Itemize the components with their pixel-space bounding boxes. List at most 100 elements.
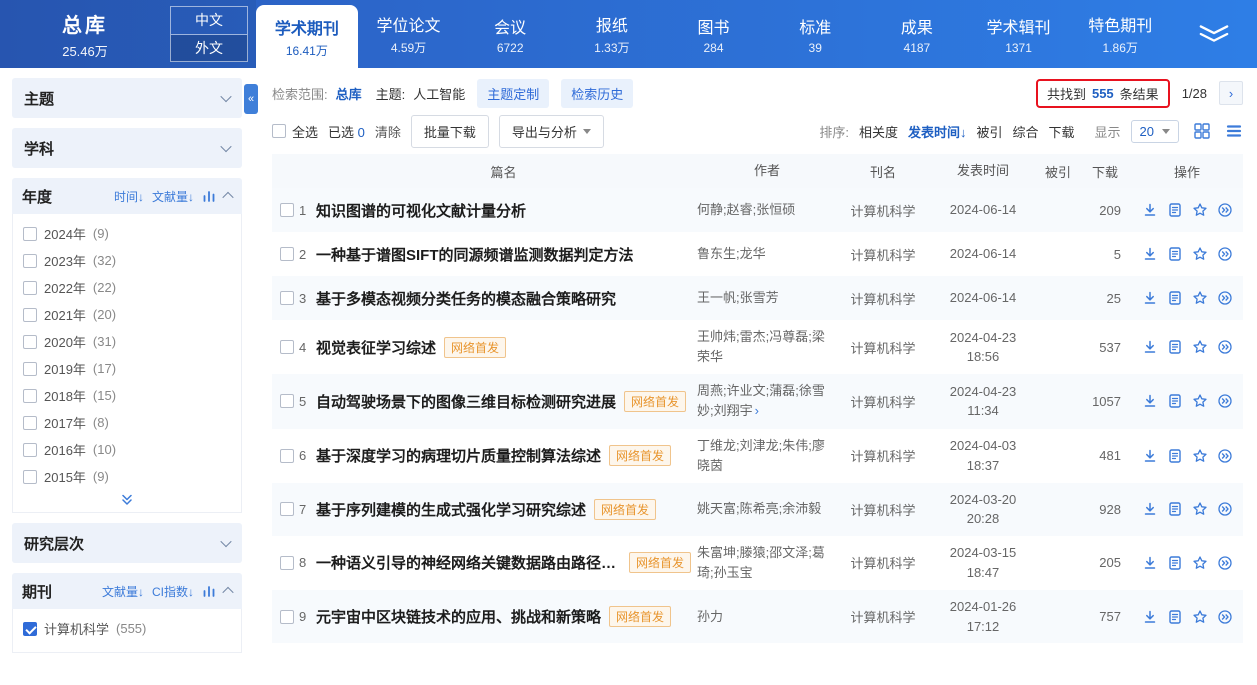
download-icon[interactable] bbox=[1142, 609, 1158, 625]
journal-sort-ci[interactable]: CI指数↓ bbox=[152, 583, 194, 600]
quote-icon[interactable] bbox=[1217, 290, 1233, 306]
year-filter-item[interactable]: 2019年(17) bbox=[23, 355, 231, 382]
batch-download-button[interactable]: 批量下载 bbox=[411, 115, 489, 148]
html-read-icon[interactable] bbox=[1167, 555, 1183, 571]
year-filter-item[interactable]: 2020年(31) bbox=[23, 328, 231, 355]
year-filter-item[interactable]: 2021年(20) bbox=[23, 301, 231, 328]
sidebar-section-subject[interactable]: 学科 bbox=[12, 128, 242, 168]
quote-icon[interactable] bbox=[1217, 246, 1233, 262]
row-checkbox[interactable] bbox=[280, 291, 294, 305]
next-page-button[interactable]: › bbox=[1219, 81, 1243, 105]
checkbox[interactable] bbox=[23, 362, 37, 376]
sidebar-section-topic[interactable]: 主题 bbox=[12, 78, 242, 118]
lang-tab-chinese[interactable]: 中文 bbox=[170, 6, 248, 35]
year-filter-item[interactable]: 2016年(10) bbox=[23, 436, 231, 463]
journal-link[interactable]: 计算机科学 bbox=[837, 500, 929, 519]
download-icon[interactable] bbox=[1142, 448, 1158, 464]
sort-download[interactable]: 下载 bbox=[1049, 122, 1075, 141]
quote-icon[interactable] bbox=[1217, 555, 1233, 571]
article-title-link[interactable]: 视觉表征学习综述 bbox=[316, 337, 436, 358]
quote-icon[interactable] bbox=[1217, 609, 1233, 625]
year-expand-more-button[interactable] bbox=[23, 490, 231, 508]
sort-relevance[interactable]: 相关度 bbox=[859, 122, 898, 141]
article-title-link[interactable]: 基于深度学习的病理切片质量控制算法综述 bbox=[316, 445, 601, 466]
html-read-icon[interactable] bbox=[1167, 609, 1183, 625]
checkbox[interactable] bbox=[23, 335, 37, 349]
article-title-link[interactable]: 基于多模态视频分类任务的模态融合策略研究 bbox=[316, 288, 616, 309]
tab-dissertation[interactable]: 学位论文 4.59万 bbox=[358, 0, 460, 68]
scope-value[interactable]: 总库 bbox=[336, 84, 362, 103]
tab-academic-journal[interactable]: 学术期刊 16.41万 bbox=[256, 5, 358, 68]
year-sort-time[interactable]: 时间↓ bbox=[114, 188, 144, 205]
year-filter-item[interactable]: 2018年(15) bbox=[23, 382, 231, 409]
tab-standard[interactable]: 标准 39 bbox=[764, 0, 866, 68]
checkbox[interactable] bbox=[23, 470, 37, 484]
checkbox[interactable] bbox=[23, 416, 37, 430]
checkbox[interactable] bbox=[272, 124, 286, 138]
checkbox[interactable] bbox=[23, 443, 37, 457]
select-all-checkbox[interactable]: 全选 bbox=[272, 122, 318, 141]
year-sort-count[interactable]: 文献量↓ bbox=[152, 188, 194, 205]
tab-book[interactable]: 图书 284 bbox=[663, 0, 765, 68]
journal-link[interactable]: 计算机科学 bbox=[837, 289, 929, 308]
row-checkbox[interactable] bbox=[280, 203, 294, 217]
download-icon[interactable] bbox=[1142, 501, 1158, 517]
article-title-link[interactable]: 自动驾驶场景下的图像三维目标检测研究进展 bbox=[316, 391, 616, 412]
authors[interactable]: 周燕;许业文;蒲磊;徐雪妙;刘翔宇› bbox=[697, 381, 837, 421]
favorite-star-icon[interactable] bbox=[1192, 393, 1208, 409]
sort-cited[interactable]: 被引 bbox=[976, 122, 1002, 141]
journal-link[interactable]: 计算机科学 bbox=[837, 201, 929, 220]
download-icon[interactable] bbox=[1142, 339, 1158, 355]
authors[interactable]: 丁维龙;刘津龙;朱伟;廖晓茵 bbox=[697, 436, 837, 476]
favorite-star-icon[interactable] bbox=[1192, 246, 1208, 262]
row-checkbox[interactable] bbox=[280, 556, 294, 570]
journal-filter-item[interactable]: 计算机科学(555) bbox=[23, 615, 231, 642]
download-icon[interactable] bbox=[1142, 393, 1158, 409]
year-filter-item[interactable]: 2024年(9) bbox=[23, 220, 231, 247]
html-read-icon[interactable] bbox=[1167, 448, 1183, 464]
html-read-icon[interactable] bbox=[1167, 290, 1183, 306]
journal-link[interactable]: 计算机科学 bbox=[837, 245, 929, 264]
authors[interactable]: 朱富坤;滕猿;邵文泽;葛琦;孙玉宝 bbox=[697, 543, 837, 583]
quote-icon[interactable] bbox=[1217, 448, 1233, 464]
row-checkbox[interactable] bbox=[280, 340, 294, 354]
search-history-button[interactable]: 检索历史 bbox=[561, 79, 633, 108]
favorite-star-icon[interactable] bbox=[1192, 339, 1208, 355]
year-filter-item[interactable]: 2015年(9) bbox=[23, 463, 231, 490]
html-read-icon[interactable] bbox=[1167, 202, 1183, 218]
journal-link[interactable]: 计算机科学 bbox=[837, 446, 929, 465]
article-title-link[interactable]: 一种基于谱图SIFT的同源频谱监测数据判定方法 bbox=[316, 244, 634, 265]
authors[interactable]: 何静;赵睿;张恒硕 bbox=[697, 200, 837, 220]
bar-chart-icon[interactable] bbox=[202, 584, 216, 598]
checkbox[interactable] bbox=[23, 308, 37, 322]
row-checkbox[interactable] bbox=[280, 502, 294, 516]
sidebar-collapse-button[interactable]: « bbox=[244, 84, 258, 114]
html-read-icon[interactable] bbox=[1167, 501, 1183, 517]
sort-comprehensive[interactable]: 综合 bbox=[1012, 122, 1038, 141]
page-size-select[interactable]: 20 bbox=[1131, 120, 1179, 143]
journal-link[interactable]: 计算机科学 bbox=[837, 392, 929, 411]
quote-icon[interactable] bbox=[1217, 393, 1233, 409]
journal-link[interactable]: 计算机科学 bbox=[837, 607, 929, 626]
year-filter-item[interactable]: 2022年(22) bbox=[23, 274, 231, 301]
authors[interactable]: 鲁东生;龙华 bbox=[697, 244, 837, 264]
topic-value[interactable]: 人工智能 bbox=[413, 84, 465, 103]
quote-icon[interactable] bbox=[1217, 202, 1233, 218]
favorite-star-icon[interactable] bbox=[1192, 290, 1208, 306]
sidebar-section-journal-header[interactable]: 期刊 文献量↓ CI指数↓ bbox=[12, 573, 242, 609]
clear-selection-button[interactable]: 清除 bbox=[375, 122, 401, 141]
authors[interactable]: 王帅炜;雷杰;冯尊磊;梁荣华 bbox=[697, 327, 837, 367]
article-title-link[interactable]: 一种语义引导的神经网络关键数据路由路径算法 bbox=[316, 552, 621, 573]
checkbox[interactable] bbox=[23, 389, 37, 403]
favorite-star-icon[interactable] bbox=[1192, 202, 1208, 218]
more-authors-icon[interactable]: › bbox=[755, 403, 759, 418]
library-total-tab[interactable]: 总库 25.46万 中文 外文 bbox=[0, 0, 256, 68]
quote-icon[interactable] bbox=[1217, 339, 1233, 355]
download-icon[interactable] bbox=[1142, 555, 1158, 571]
journal-sort-count[interactable]: 文献量↓ bbox=[102, 583, 144, 600]
row-checkbox[interactable] bbox=[280, 449, 294, 463]
authors[interactable]: 姚天富;陈希亮;余沛毅 bbox=[697, 499, 837, 519]
list-view-icon[interactable] bbox=[1225, 122, 1243, 140]
tab-newspaper[interactable]: 报纸 1.33万 bbox=[561, 0, 663, 68]
favorite-star-icon[interactable] bbox=[1192, 609, 1208, 625]
